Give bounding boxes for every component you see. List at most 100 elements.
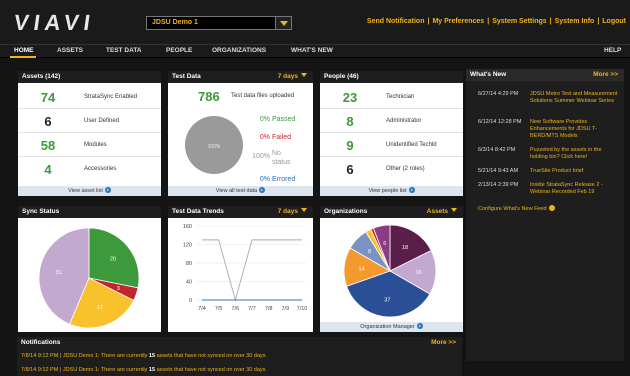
nav-home[interactable]: HOME	[14, 47, 34, 54]
test-data-range-select[interactable]: 7 days	[278, 71, 307, 83]
chevron-down-icon[interactable]	[275, 17, 291, 29]
view-all-test-data-link[interactable]: View all test data	[168, 186, 313, 196]
assets-count: 4	[44, 162, 52, 177]
notifications-more-link[interactable]: More >>	[431, 337, 456, 349]
view-all-test-data-label: View all test data	[215, 188, 258, 194]
notification-text: : There are currently	[97, 367, 148, 373]
x-tick-label: 7/10	[297, 306, 308, 312]
logout-link[interactable]: Logout	[602, 18, 626, 25]
no-status-stat[interactable]: 100% No status	[250, 149, 298, 167]
nav-test-data[interactable]: TEST DATA	[106, 47, 142, 54]
test-data-count: 786	[198, 89, 220, 104]
people-count: 6	[346, 162, 354, 177]
news-date: 5/21/14 9:43 AM	[478, 168, 519, 174]
separator: |	[487, 18, 490, 25]
passed-stat[interactable]: 0% Passed	[250, 116, 295, 123]
passed-pct: 0%	[259, 116, 270, 123]
y-tick-label: 160	[183, 224, 192, 230]
people-panel-header: People (46)	[320, 71, 463, 83]
news-link[interactable]: New Software Provides Enhancements for J…	[530, 119, 620, 140]
y-tick-label: 80	[186, 261, 192, 267]
configure-feed-link[interactable]: Configure What's New Feed	[478, 205, 555, 212]
nav-assets[interactable]: ASSETS	[57, 47, 83, 54]
people-row[interactable]: 6 Other (2 roles)	[320, 157, 463, 181]
system-info-link[interactable]: System Info	[555, 18, 595, 25]
news-date: 6/27/14 4:29 PM	[478, 91, 519, 97]
news-link[interactable]: Puzzeled by the assets in the holding bi…	[530, 147, 620, 161]
news-link[interactable]: JDSU Metro Test and Measurement Solution…	[530, 91, 620, 105]
people-row[interactable]: 9 Unidentified Techld	[320, 133, 463, 157]
notification-count: 15	[148, 353, 156, 359]
people-row[interactable]: 23 Technician	[320, 85, 463, 109]
y-tick-label: 0	[189, 298, 192, 304]
pie-slice-label: 16	[415, 270, 421, 276]
trends-title: Test Data Trends	[172, 208, 224, 215]
view-asset-list-link[interactable]: View asset list	[18, 186, 161, 196]
notification-text: assets that have not synced on over 30 d…	[156, 367, 267, 373]
assets-row[interactable]: 74 StrataSync Enabled	[18, 85, 161, 109]
people-label: Technician	[386, 94, 415, 100]
send-notification-link[interactable]: Send Notification	[367, 18, 425, 25]
organization-select[interactable]: JDSU Demo 1	[146, 16, 292, 30]
x-tick-label: 7/6	[232, 306, 240, 312]
pie-slice-label: 17	[97, 305, 103, 311]
assets-label: User Defined	[84, 118, 120, 124]
y-tick-label: 120	[183, 243, 192, 249]
assets-row[interactable]: 58 Modules	[18, 133, 161, 157]
nav-organizations[interactable]: ORGANIZATIONS	[212, 47, 266, 54]
organizations-pie: 18 16 37 14 8 6	[343, 224, 437, 318]
organizations-title: Organizations	[324, 208, 368, 215]
assets-row[interactable]: 4 Accessories	[18, 157, 161, 181]
trends-range-select[interactable]: 7 days	[278, 206, 307, 218]
assets-row[interactable]: 6 User Defined	[18, 109, 161, 133]
pie-slice-label: 18	[402, 245, 408, 251]
people-row[interactable]: 8 Administrator	[320, 109, 463, 133]
news-date: 6/3/14 8:42 PM	[478, 147, 516, 153]
organization-manager-link[interactable]: Organization Manager	[320, 322, 463, 332]
nav-people[interactable]: PEOPLE	[166, 47, 192, 54]
people-count: 8	[346, 114, 354, 129]
assets-label: Accessories	[84, 166, 117, 172]
failed-stat[interactable]: 0% Failed	[250, 134, 291, 141]
trends-header: Test Data Trends 7 days	[168, 206, 313, 218]
news-link[interactable]: TrueSite Product brief	[530, 168, 620, 175]
my-preferences-link[interactable]: My Preferences	[432, 18, 484, 25]
organizations-type-select[interactable]: Assets	[427, 206, 457, 218]
assets-panel: Assets (142) 74 StrataSync Enabled 6 Use…	[18, 71, 161, 196]
arrow-circle-icon	[416, 323, 423, 329]
assets-count: 6	[44, 114, 52, 129]
top-bar: VIAVI JDSU Demo 1 Send Notification | My P…	[0, 0, 630, 44]
view-people-list-link[interactable]: View people list	[320, 186, 463, 196]
pie-slice-label: 14	[359, 266, 365, 272]
nav-help[interactable]: HELP	[604, 47, 621, 54]
people-label: Other (2 roles)	[386, 166, 425, 172]
pie-slice-label: 6	[383, 241, 386, 247]
pie-slice-label: 31	[56, 270, 62, 276]
people-label: Unidentified Techld	[386, 142, 437, 148]
errored-stat[interactable]: 0% Errored	[250, 176, 295, 183]
news-link[interactable]: Inside StrataSync Release 2 - Webinar Re…	[530, 182, 620, 196]
organizations-type-label: Assets	[426, 208, 448, 215]
notification-count: 15	[148, 367, 156, 373]
organization-manager-label: Organization Manager	[360, 324, 415, 330]
whats-new-title: What's New	[470, 71, 507, 78]
notification-org: JDSU Demo 1	[62, 353, 98, 359]
main-nav: HOME ASSETS TEST DATA PEOPLE ORGANIZATIO…	[0, 44, 630, 58]
separator: |	[427, 18, 430, 25]
system-settings-link[interactable]: System Settings	[492, 18, 546, 25]
no-status-label: No status	[271, 150, 291, 166]
notification-item[interactable]: 7/8/14 9:12 PM | JDSU Demo 1: There are …	[21, 353, 267, 359]
failed-pct: 0%	[259, 134, 270, 141]
pie-slice-label: 3	[117, 286, 120, 292]
test-data-title: Test Data	[172, 73, 201, 80]
assets-panel-header: Assets (142)	[18, 71, 161, 83]
assets-count: 74	[40, 90, 56, 105]
nav-whats-new[interactable]: WHAT'S NEW	[291, 47, 333, 54]
organization-select-value: JDSU Demo 1	[152, 19, 198, 26]
whats-new-header: What's New More >>	[466, 69, 624, 81]
pie-slice-label: 37	[384, 297, 390, 303]
news-date: 6/12/14 12:28 PM	[478, 119, 522, 125]
whats-new-more-link[interactable]: More >>	[593, 69, 618, 81]
view-asset-list-label: View asset list	[68, 188, 103, 194]
notification-item[interactable]: 7/8/14 9:12 PM | JDSU Demo 1: There are …	[21, 367, 267, 373]
